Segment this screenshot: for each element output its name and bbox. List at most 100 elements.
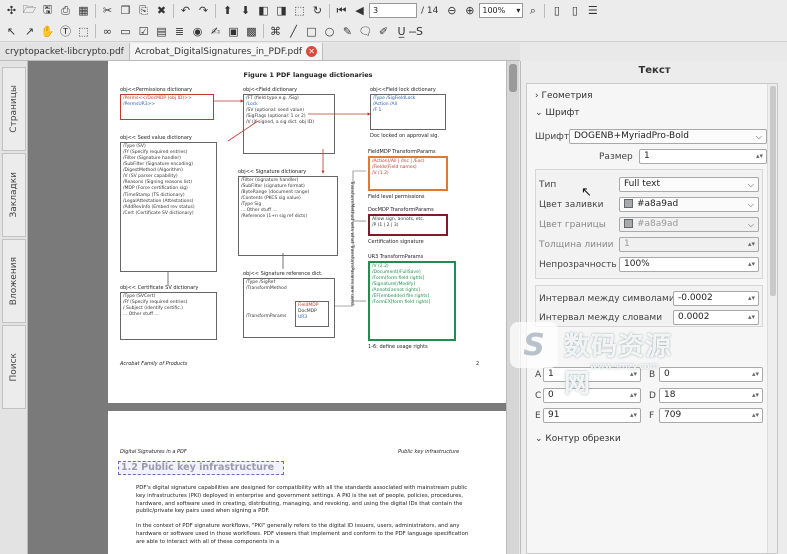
open-icon[interactable]: 🗁 [21,2,38,19]
textfield-icon[interactable]: ▭ [117,23,134,40]
section-geometry[interactable]: › Геометрия [535,91,593,101]
listbox-icon[interactable]: ≣ [171,23,188,40]
close-icon[interactable]: ✕ [306,46,318,57]
matrix-f-spinbox[interactable]: 709 ▴▾ [659,408,763,423]
sidebar-tab-label: Страницы [9,85,19,133]
edit-text-icon[interactable]: Ⓣ [57,23,74,40]
print-icon[interactable]: ⎙ [57,2,74,19]
pointer-icon[interactable]: ↖ [3,23,20,40]
inline-text-icon[interactable]: ⌘ [267,23,284,40]
cut-icon[interactable]: ✂ [99,2,116,19]
word-spacing-spinbox[interactable]: 0.0002 ▴▾ [673,310,759,325]
copy-icon[interactable]: ❐ [117,2,134,19]
spin-arrows-icon[interactable]: ▴▾ [630,368,637,381]
panel-scrollbar[interactable] [767,84,777,553]
ellipse-icon[interactable]: ○ [321,23,338,40]
spin-arrows-icon[interactable]: ▴▾ [630,389,637,402]
rectangle-icon[interactable]: □ [303,23,320,40]
delete-icon[interactable]: ✖ [153,2,170,19]
spin-arrows-icon[interactable]: ▴▾ [748,311,755,324]
spin-arrows-icon[interactable]: ▴▾ [748,292,755,305]
select-icon[interactable]: ↗ [21,23,38,40]
pencil-icon[interactable]: ✎ [339,23,356,40]
checkbox-icon[interactable]: ☑ [135,23,152,40]
hand-icon[interactable]: ✋ [39,23,56,40]
new-icon[interactable]: ✣ [3,2,20,19]
zoom-fit-icon[interactable]: ⌕ [524,2,541,19]
spin-arrows-icon[interactable]: ▴▾ [756,150,763,163]
page-number-input[interactable]: 3 [369,3,417,18]
page-down-icon[interactable]: ⬇ [237,2,254,19]
line-icon[interactable]: ╱ [285,23,302,40]
char-spacing-spinbox[interactable]: -0.0002 ▴▾ [673,291,759,306]
matrix-d-spinbox[interactable]: 18 ▴▾ [659,388,763,403]
page-up-icon[interactable]: ⬆ [219,2,236,19]
matrix-b-spinbox[interactable]: 0 ▴▾ [659,367,763,382]
spin-arrows-icon[interactable]: ▴▾ [752,389,759,402]
spin-arrows-icon[interactable]: ▴▾ [748,258,755,271]
prev-page-icon[interactable]: ◀ [351,2,368,19]
button-field-icon[interactable]: ▣ [225,23,242,40]
two-pages-icon[interactable]: ▯ [566,2,583,19]
image-field-icon[interactable]: ▩ [243,23,260,40]
strikeout-icon[interactable]: ̶S [411,23,428,40]
zoom-out-icon[interactable]: ⊖ [443,2,460,19]
radio-icon[interactable]: ◉ [189,23,206,40]
matrix-a-spinbox[interactable]: 1 ▴▾ [543,367,641,382]
continuous-icon[interactable]: ☰ [584,2,601,19]
document-view[interactable]: Figure 1 PDF language dictionaries obj<<… [28,61,519,554]
paste-icon[interactable]: ⎘ [135,2,152,19]
select-area-icon[interactable]: ⬚ [75,23,92,40]
import-icon[interactable]: ◧ [255,2,272,19]
section-label: Шрифт [545,108,580,118]
highlight-icon[interactable]: ✐ [375,23,392,40]
font-select[interactable]: DOGENB+MyriadPro-Bold ⌵ [569,129,767,144]
border-color-select[interactable]: #a8a9ad ⌵ [619,217,759,232]
type-select[interactable]: Full text ⌵ [619,177,759,192]
comment-icon[interactable]: 🗨 [357,23,374,40]
combobox-icon[interactable]: ▤ [153,23,170,40]
size-spinbox[interactable]: 1 ▴▾ [639,149,767,164]
toolbar-separator [95,24,96,38]
save-icon[interactable]: 🖫 [39,2,56,19]
export-icon[interactable]: ◨ [273,2,290,19]
zoom-in-icon[interactable]: ⊕ [461,2,478,19]
scrollbar-thumb[interactable] [770,86,776,296]
opacity-spinbox[interactable]: 100% ▴▾ [619,257,759,272]
document-scrollbar[interactable] [506,61,519,554]
rotate-icon[interactable]: ↻ [309,2,326,19]
sidebar-tab-search[interactable]: Поиск [2,325,26,409]
scrollbar-thumb[interactable] [509,64,517,92]
scan-icon[interactable]: ▦ [75,2,92,19]
section-crop[interactable]: ⌄ Контур обрезки [535,434,621,444]
undo-icon[interactable]: ↶ [177,2,194,19]
page-footer-right: 2 [476,361,480,367]
document-tabs: cryptopacket-libcrypto.pdf Acrobat_Digit… [0,43,520,61]
matrix-c-spinbox[interactable]: 0 ▴▾ [543,388,641,403]
link-icon[interactable]: ∞ [99,23,116,40]
redo-icon[interactable]: ↷ [195,2,212,19]
underline-icon[interactable]: U̲ [393,23,410,40]
zoom-select[interactable]: 100% ▾ [479,3,524,18]
section-heading[interactable]: 1.2 Public key infrastructure [121,462,274,474]
crop-icon[interactable]: ⬚ [291,2,308,19]
single-page-icon[interactable]: ▯ [548,2,565,19]
fill-color-select[interactable]: #a8a9ad ⌵ [619,197,759,212]
section-font[interactable]: ⌄ Шрифт [535,108,580,118]
fill-color-label: Цвет заливки [539,200,604,210]
spin-arrows-icon[interactable]: ▴▾ [748,238,755,251]
sidebar-tab-attachments[interactable]: Вложения [2,239,26,323]
matrix-f-value: 709 [664,410,682,420]
mouse-cursor-icon: ↖ [581,185,592,200]
signature-field-icon[interactable]: ✍ [207,23,224,40]
line-width-spinbox[interactable]: 1 ▴▾ [619,237,759,252]
sidebar-tab-pages[interactable]: Страницы [2,67,26,151]
matrix-e-spinbox[interactable]: 91 ▴▾ [543,408,641,423]
spin-arrows-icon[interactable]: ▴▾ [752,409,759,422]
sidebar-tab-bookmarks[interactable]: Закладки [2,153,26,237]
spin-arrows-icon[interactable]: ▴▾ [752,368,759,381]
spin-arrows-icon[interactable]: ▴▾ [630,409,637,422]
first-page-icon[interactable]: ⏮ [333,2,350,19]
tab-acrobat-digital-signatures[interactable]: Acrobat_DigitalSignatures_in_PDF.pdf ✕ [129,43,324,60]
tab-cryptopacket[interactable]: cryptopacket-libcrypto.pdf [0,43,130,60]
